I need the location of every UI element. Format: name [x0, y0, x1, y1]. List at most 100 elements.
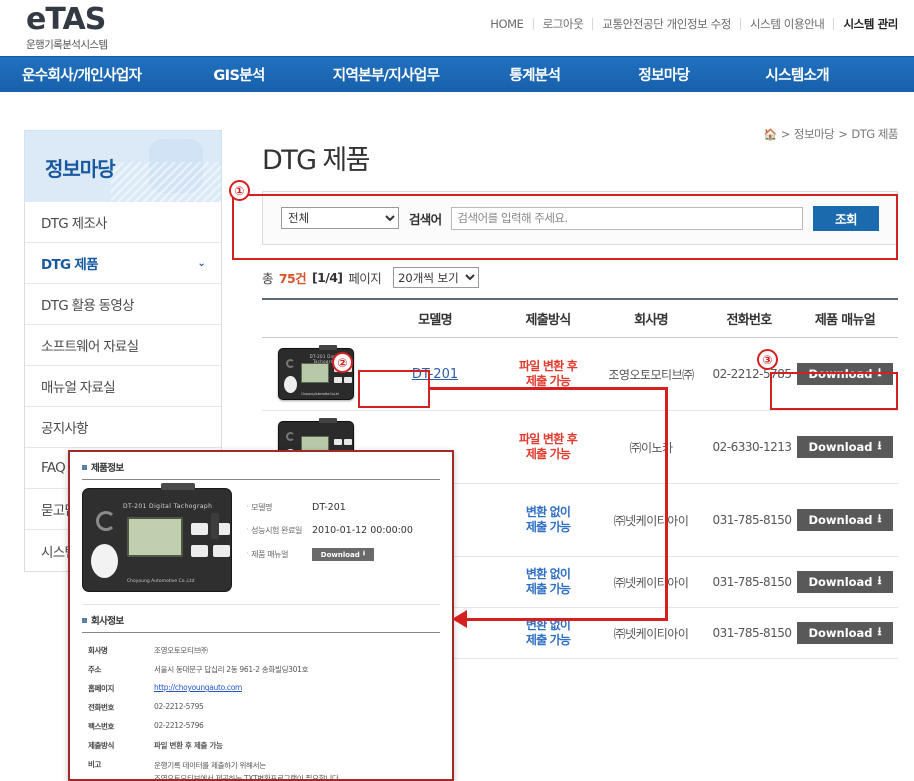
row-value: http://choyoungauto.com: [154, 679, 444, 698]
gnb-item-system-intro[interactable]: 시스템소개: [765, 64, 829, 85]
download-label: Download: [808, 367, 873, 381]
download-icon: ⭳: [877, 510, 882, 525]
sidebar-item-label: DTG 제조사: [41, 216, 107, 232]
cell-manual: Download ⭳: [792, 483, 898, 557]
model-link[interactable]: DT-201: [412, 367, 458, 382]
sidebar-item-label: FAQ: [41, 460, 66, 476]
gnb-item-gis-analysis[interactable]: GIS분석: [213, 64, 265, 85]
cell-submit-type: 파일 변환 후 제출 가능: [500, 410, 596, 484]
sidebar-title: 정보마당: [45, 157, 116, 181]
device-knob: [286, 432, 295, 441]
topnav-item-logout[interactable]: 로그아웃: [534, 18, 594, 30]
download-button[interactable]: Download ⭳: [797, 363, 893, 385]
device-lcd: [127, 517, 183, 557]
company-row-tel: 전화번호 02-2212-5795: [82, 698, 444, 717]
cell-submit-type: 변환 없이 제출 가능: [500, 556, 596, 608]
device-lcd: [301, 363, 329, 383]
bullet-dot-icon: ·: [246, 502, 249, 511]
field-label: · 제품 매뉴얼: [246, 549, 312, 560]
submit-type-line1: 파일 변환 후: [519, 432, 578, 446]
cell-tel: 02-2212-5785: [706, 337, 792, 411]
site-logo[interactable]: eTAS 운행기록분석시스템: [26, 4, 108, 52]
cell-product-image: DT-201 Digital Tachograph Choyoung Autom…: [262, 337, 370, 411]
row-value: 파일 변환 후 제출 가능: [154, 741, 223, 750]
download-button[interactable]: Download ⭳: [797, 509, 893, 531]
bullet-dot-icon: ·: [246, 549, 249, 558]
annotation-marker-2: ②: [332, 352, 353, 373]
company-row-submit-type: 제출방식 파일 변환 후 제출 가능: [82, 736, 444, 755]
search-panel: 전체 검색어 조회: [262, 191, 898, 245]
download-button[interactable]: Download ⭳: [312, 548, 374, 561]
sidebar-item-label: DTG 제품: [41, 257, 99, 273]
product-fields: · 모델명 DT-201 · 성능시험 완료일 2010-01-12 00:00…: [246, 488, 440, 592]
row-label: 전화번호: [88, 703, 114, 712]
row-value: 조영오토모티브㈜: [154, 646, 208, 655]
device-knob: [96, 511, 116, 531]
submit-type-line2: 제출 가능: [525, 582, 571, 596]
page-suffix: 페이지: [348, 271, 382, 286]
row-value: 02-2212-5795: [154, 702, 204, 711]
company-row-name: 회사명 조영오토모티브㈜: [82, 641, 444, 660]
topnav-item-edit-personal-info[interactable]: 교통안전공단 개인정보 수정: [593, 18, 741, 30]
download-button[interactable]: Download ⭳: [797, 436, 893, 458]
row-label: 제출방식: [88, 741, 114, 750]
field-model: · 모델명 DT-201: [246, 502, 440, 513]
label-text: 제품 매뉴얼: [251, 550, 289, 559]
th-tel: 전화번호: [706, 298, 792, 338]
cell-tel: 031-785-8150: [706, 483, 792, 557]
sidebar-item-dtg-video[interactable]: DTG 활용 동영상: [25, 284, 221, 325]
topnav-item-home[interactable]: HOME: [481, 18, 534, 30]
sidebar-item-manual-library[interactable]: 매뉴얼 자료실: [25, 366, 221, 407]
gnb-item-regional-office[interactable]: 지역본부/지사업무: [333, 64, 440, 85]
annotation-arrow-icon: [452, 610, 467, 628]
cell-company: 조영오토모티브㈜: [596, 337, 706, 411]
search-category-select[interactable]: 전체: [281, 207, 399, 229]
sidebar-item-dtg-manufacturer[interactable]: DTG 제조사: [25, 202, 221, 243]
chevron-down-icon: ⌄: [197, 257, 205, 269]
row-value: 서울시 동대문구 답십리 2동 961-2 송화빌딩301호: [154, 665, 309, 674]
bullet-square-icon: [82, 464, 87, 470]
field-value: 2010-01-12 00:00:00: [312, 525, 413, 536]
sidebar-item-notice[interactable]: 공지사항: [25, 407, 221, 448]
device-connector: [319, 345, 337, 350]
sidebar-item-dtg-product[interactable]: DTG 제품 ⌄: [25, 243, 221, 284]
divider: [82, 479, 440, 480]
download-icon: ⭳: [877, 572, 882, 587]
topnav-item-system-admin[interactable]: 시스템 관리: [834, 18, 900, 30]
device-connector: [319, 418, 337, 423]
cell-company: ㈜넷케이티아이: [596, 556, 706, 608]
site-header: eTAS 운행기록분석시스템 HOME 로그아웃 교통안전공단 개인정보 수정 …: [0, 0, 914, 56]
list-summary: 총 75건 [1/4] 페이지 20개씩 보기: [262, 267, 898, 288]
search-input[interactable]: [451, 206, 803, 230]
search-button[interactable]: 조회: [813, 205, 879, 231]
device-brand-label: DT-201 Digital Tachograph: [123, 503, 213, 510]
logo-subtitle: 운행기록분석시스템: [26, 39, 108, 51]
logo-text: eTAS: [26, 2, 106, 37]
homepage-link[interactable]: http://choyoungauto.com: [154, 683, 242, 692]
download-icon: ⭳: [362, 549, 366, 557]
cell-manual: Download ⭳: [792, 556, 898, 608]
section-title-text: 제품정보: [91, 463, 124, 474]
topnav-item-system-guide[interactable]: 시스템 이용안내: [741, 18, 835, 30]
popup-company-section-title: 회사정보: [70, 605, 452, 632]
device-side-panel: [211, 513, 219, 539]
download-label: Download: [808, 440, 873, 454]
gnb-item-info-center[interactable]: 정보마당: [638, 64, 690, 85]
download-button[interactable]: Download ⭳: [797, 622, 893, 644]
per-page-select[interactable]: 20개씩 보기: [393, 267, 480, 288]
annotation-marker-3: ③: [757, 349, 778, 370]
cell-submit-type: 변환 없이 제출 가능: [500, 483, 596, 557]
device-button: [334, 439, 342, 445]
row-label: 팩스번호: [88, 722, 114, 731]
annotation-connector-line: [466, 618, 668, 621]
company-row-address: 주소 서울시 동대문구 답십리 2동 961-2 송화빌딩301호: [82, 660, 444, 679]
gnb-item-transport-company[interactable]: 운수회사/개인사업자: [22, 64, 142, 85]
cell-manual: Download ⭳: [792, 337, 898, 411]
cell-tel: 031-785-8150: [706, 607, 792, 659]
cell-tel: 02-6330-1213: [706, 410, 792, 484]
device-button: [334, 377, 342, 383]
sidebar-item-software-library[interactable]: 소프트웨어 자료실: [25, 325, 221, 366]
gnb-item-statistics[interactable]: 통계분석: [509, 64, 561, 85]
page-root: eTAS 운행기록분석시스템 HOME 로그아웃 교통안전공단 개인정보 수정 …: [0, 0, 914, 781]
download-button[interactable]: Download ⭳: [797, 571, 893, 593]
